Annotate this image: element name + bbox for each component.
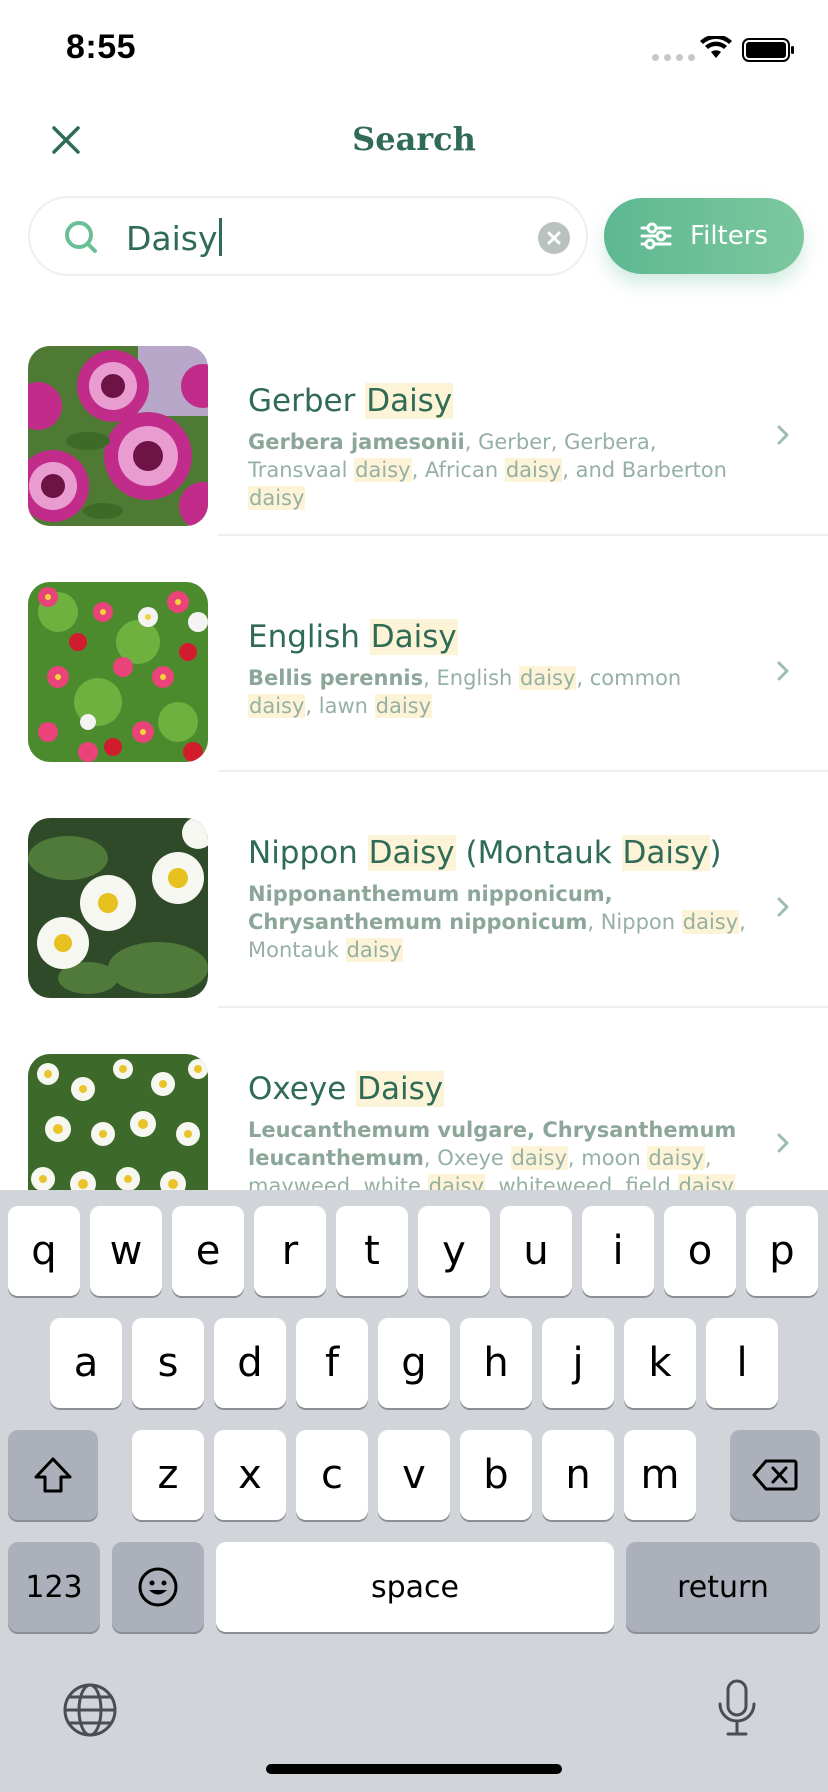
globe-icon[interactable] bbox=[62, 1682, 118, 1738]
numbers-key[interactable]: 123 bbox=[8, 1542, 100, 1632]
key-k[interactable]: k bbox=[624, 1318, 696, 1408]
key-j[interactable]: j bbox=[542, 1318, 614, 1408]
key-b[interactable]: b bbox=[460, 1430, 532, 1520]
result-description: Leucanthemum vulgare, Chrysanthemum leuc… bbox=[248, 1116, 748, 1190]
emoji-icon bbox=[138, 1567, 178, 1607]
key-t[interactable]: t bbox=[336, 1206, 408, 1296]
result-item-oxeye-daisy[interactable]: Oxeye Daisy Leucanthemum vulgare, Chrysa… bbox=[0, 1008, 828, 1190]
key-w[interactable]: w bbox=[90, 1206, 162, 1296]
keyboard: q w e r t y u i o p a s d f g h j k l z … bbox=[0, 1190, 828, 1792]
shift-key[interactable] bbox=[8, 1430, 98, 1520]
key-z[interactable]: z bbox=[132, 1430, 204, 1520]
key-o[interactable]: o bbox=[664, 1206, 736, 1296]
key-m[interactable]: m bbox=[624, 1430, 696, 1520]
result-item-nippon-daisy[interactable]: Nippon Daisy (Montauk Daisy) Nipponanthe… bbox=[0, 772, 828, 1008]
key-i[interactable]: i bbox=[582, 1206, 654, 1296]
clear-search-button[interactable] bbox=[538, 222, 570, 254]
header: Search bbox=[0, 100, 828, 180]
key-e[interactable]: e bbox=[172, 1206, 244, 1296]
page-title: Search bbox=[352, 120, 476, 158]
status-time: 8:55 bbox=[66, 28, 137, 66]
result-title: Oxeye Daisy bbox=[248, 1071, 445, 1107]
key-q[interactable]: q bbox=[8, 1206, 80, 1296]
return-key[interactable]: return bbox=[626, 1542, 820, 1632]
status-bar: 8:55 bbox=[0, 0, 828, 100]
result-text: Oxeye Daisy Leucanthemum vulgare, Chrysa… bbox=[248, 1068, 748, 1190]
microphone-icon[interactable] bbox=[716, 1678, 758, 1738]
key-d[interactable]: d bbox=[214, 1318, 286, 1408]
result-thumbnail bbox=[28, 582, 208, 762]
key-c[interactable]: c bbox=[296, 1430, 368, 1520]
key-l[interactable]: l bbox=[706, 1318, 778, 1408]
result-thumbnail bbox=[28, 818, 208, 998]
result-item-gerber-daisy[interactable]: Gerber Daisy Gerbera jamesonii, Gerber, … bbox=[0, 300, 828, 536]
search-icon bbox=[65, 221, 97, 253]
chevron-right-icon bbox=[777, 661, 789, 681]
result-item-english-daisy[interactable]: English Daisy Bellis perennis, English d… bbox=[0, 536, 828, 772]
result-description: Gerbera jamesonii, Gerber, Gerbera, Tran… bbox=[248, 430, 727, 510]
search-input[interactable]: Daisy bbox=[28, 196, 588, 276]
results-list: Gerber Daisy Gerbera jamesonii, Gerber, … bbox=[0, 300, 828, 1190]
chevron-right-icon bbox=[777, 897, 789, 917]
result-text: English Daisy Bellis perennis, English d… bbox=[248, 616, 748, 720]
chevron-right-icon bbox=[777, 425, 789, 445]
key-f[interactable]: f bbox=[296, 1318, 368, 1408]
filters-label: Filters bbox=[690, 221, 768, 251]
key-r[interactable]: r bbox=[254, 1206, 326, 1296]
key-v[interactable]: v bbox=[378, 1430, 450, 1520]
key-n[interactable]: n bbox=[542, 1430, 614, 1520]
result-title: Gerber Daisy bbox=[248, 383, 454, 419]
home-indicator bbox=[266, 1764, 562, 1774]
delete-key[interactable] bbox=[730, 1430, 820, 1520]
shift-icon bbox=[34, 1457, 72, 1493]
key-s[interactable]: s bbox=[132, 1318, 204, 1408]
chevron-right-icon bbox=[777, 1133, 789, 1153]
result-description: Nipponanthemum nipponicum, Chrysanthemum… bbox=[248, 882, 746, 962]
result-text: Nippon Daisy (Montauk Daisy) Nipponanthe… bbox=[248, 832, 748, 964]
search-input-value: Daisy bbox=[126, 218, 222, 258]
key-x[interactable]: x bbox=[214, 1430, 286, 1520]
battery-icon bbox=[742, 38, 794, 62]
result-title: English Daisy bbox=[248, 619, 458, 655]
result-thumbnail bbox=[28, 1054, 208, 1190]
key-u[interactable]: u bbox=[500, 1206, 572, 1296]
result-text: Gerber Daisy Gerbera jamesonii, Gerber, … bbox=[248, 380, 748, 512]
text-caret bbox=[218, 218, 222, 256]
result-description: Bellis perennis, English daisy, common d… bbox=[248, 666, 682, 718]
cellular-signal-icon bbox=[652, 54, 695, 61]
space-key[interactable]: space bbox=[216, 1542, 614, 1632]
key-g[interactable]: g bbox=[378, 1318, 450, 1408]
clear-icon bbox=[547, 231, 561, 245]
result-title: Nippon Daisy (Montauk Daisy) bbox=[248, 835, 722, 871]
key-y[interactable]: y bbox=[418, 1206, 490, 1296]
emoji-key[interactable] bbox=[112, 1542, 204, 1632]
key-p[interactable]: p bbox=[746, 1206, 818, 1296]
result-thumbnail bbox=[28, 346, 208, 526]
sliders-icon bbox=[640, 222, 672, 250]
wifi-icon bbox=[700, 36, 732, 58]
backspace-icon bbox=[752, 1459, 798, 1491]
key-h[interactable]: h bbox=[460, 1318, 532, 1408]
key-a[interactable]: a bbox=[50, 1318, 122, 1408]
filters-button[interactable]: Filters bbox=[604, 198, 804, 274]
